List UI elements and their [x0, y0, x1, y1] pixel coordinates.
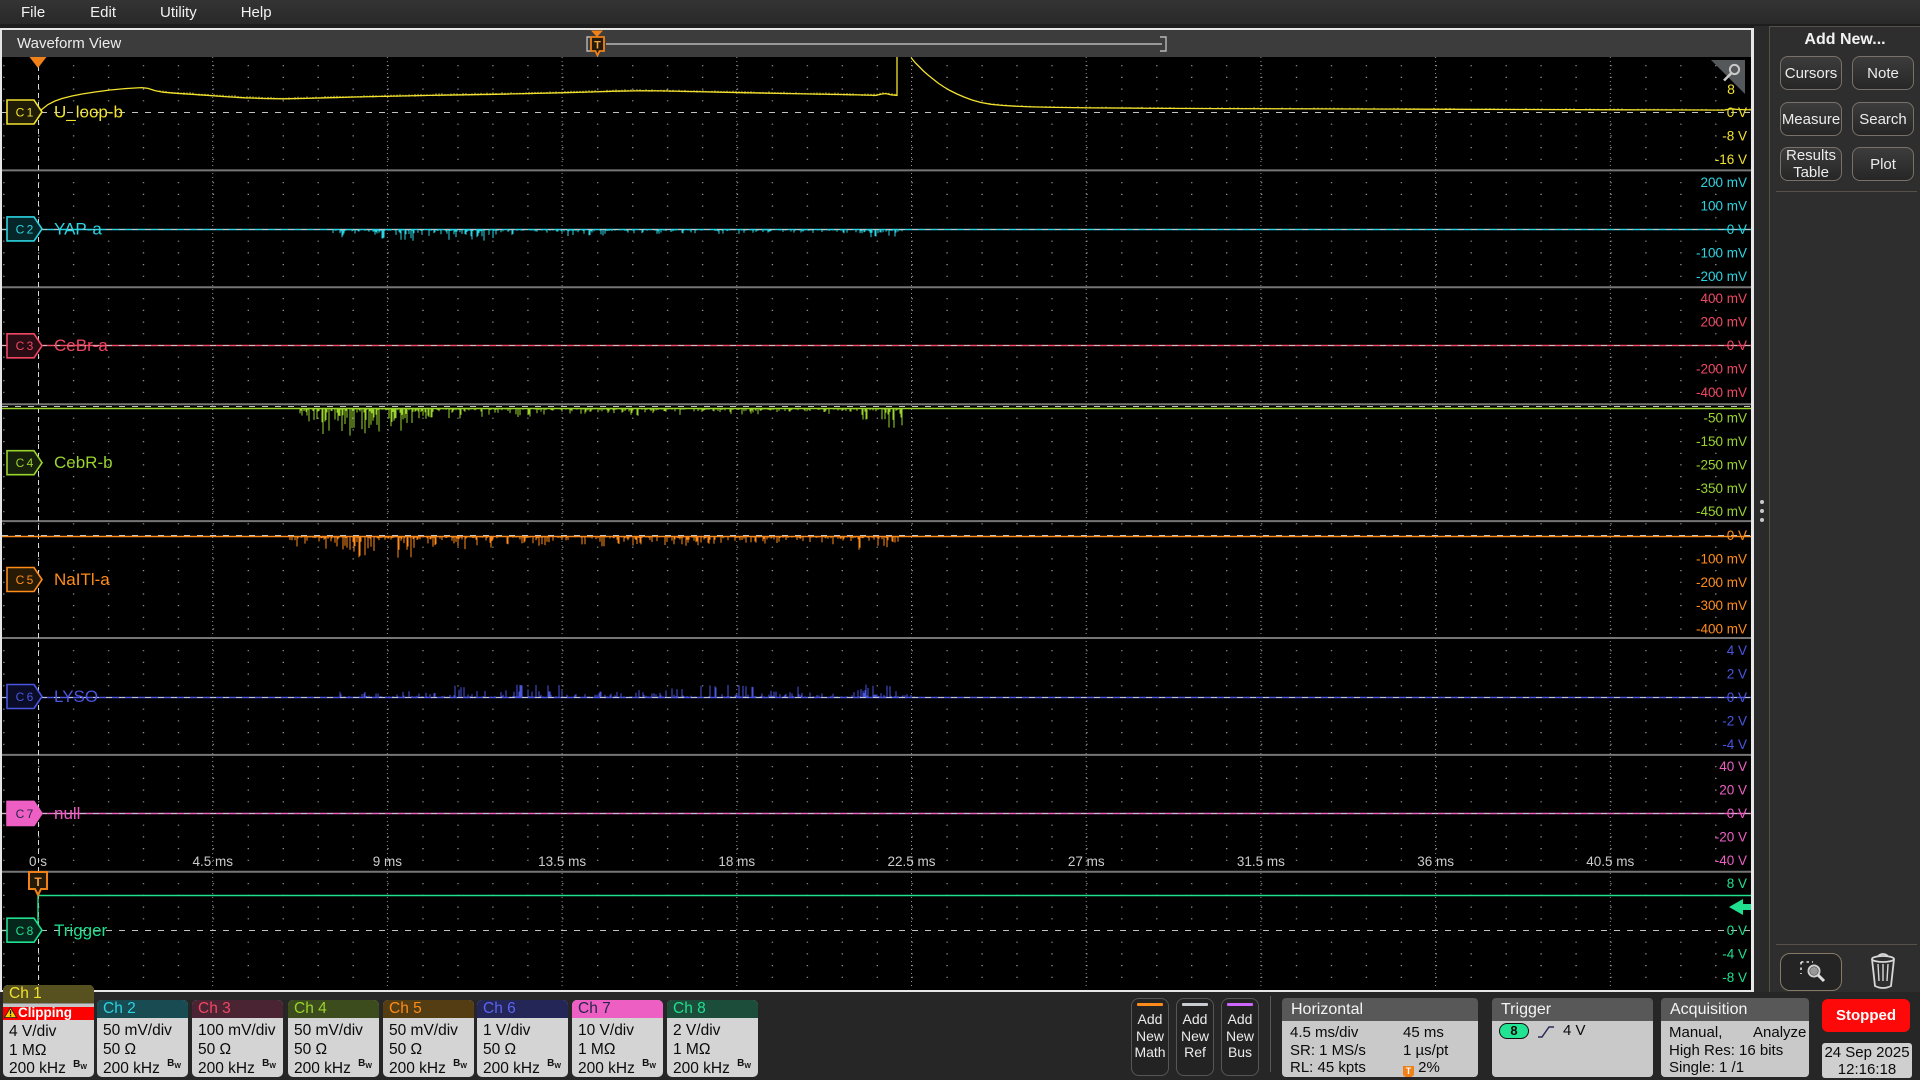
svg-text:-100 mV: -100 mV: [1696, 551, 1747, 566]
svg-text:5: 5: [27, 573, 34, 587]
svg-text:-450 mV: -450 mV: [1696, 504, 1747, 519]
svg-text:null: null: [54, 804, 80, 823]
svg-text:-400 mV: -400 mV: [1696, 385, 1747, 400]
svg-text:-250 mV: -250 mV: [1696, 457, 1747, 472]
svg-text:40.5 ms: 40.5 ms: [1586, 854, 1634, 869]
svg-text:LYSO: LYSO: [54, 687, 98, 706]
svg-text:YAP-a: YAP-a: [54, 219, 102, 238]
svg-text:4 V: 4 V: [1727, 643, 1747, 658]
svg-text:-4 V: -4 V: [1722, 946, 1747, 961]
svg-text:0 V: 0 V: [1727, 105, 1747, 120]
svg-text:0 V: 0 V: [1727, 806, 1747, 821]
svg-text:-400 mV: -400 mV: [1696, 622, 1747, 637]
svg-text:36 ms: 36 ms: [1417, 854, 1454, 869]
svg-text:-50 mV: -50 mV: [1703, 411, 1747, 426]
svg-text:C: C: [16, 690, 25, 704]
svg-text:13.5 ms: 13.5 ms: [538, 854, 586, 869]
svg-text:2 V: 2 V: [1727, 667, 1747, 682]
svg-text:CeBr-a: CeBr-a: [54, 336, 108, 355]
svg-text:-300 mV: -300 mV: [1696, 598, 1747, 613]
svg-text:400 mV: 400 mV: [1700, 291, 1747, 306]
svg-text:-200 mV: -200 mV: [1696, 269, 1747, 284]
svg-text:0 V: 0 V: [1727, 528, 1747, 543]
svg-text:22.5 ms: 22.5 ms: [887, 854, 935, 869]
svg-text:6: 6: [27, 690, 34, 704]
svg-text:9 ms: 9 ms: [373, 854, 403, 869]
svg-text:20 V: 20 V: [1719, 783, 1747, 798]
svg-text:0 V: 0 V: [1727, 222, 1747, 237]
svg-text:C: C: [16, 456, 25, 470]
svg-text:-100 mV: -100 mV: [1696, 245, 1747, 260]
svg-text:-200 mV: -200 mV: [1696, 575, 1747, 590]
svg-text:C: C: [16, 339, 25, 353]
svg-text:-8 V: -8 V: [1722, 970, 1747, 985]
svg-text:U_loop-b: U_loop-b: [54, 103, 123, 122]
svg-text:0 s: 0 s: [29, 854, 47, 869]
svg-text:Trigger: Trigger: [54, 921, 108, 940]
svg-text:-2 V: -2 V: [1722, 713, 1747, 728]
svg-text:4: 4: [27, 456, 34, 470]
svg-text:7: 7: [27, 807, 34, 821]
svg-text:0 V: 0 V: [1727, 338, 1747, 353]
svg-text:200 mV: 200 mV: [1700, 315, 1747, 330]
svg-text:C: C: [16, 807, 25, 821]
svg-text:C: C: [16, 573, 25, 587]
svg-text:-200 mV: -200 mV: [1696, 361, 1747, 376]
svg-text:31.5 ms: 31.5 ms: [1237, 854, 1285, 869]
svg-text:-8 V: -8 V: [1722, 128, 1747, 143]
svg-text:T: T: [594, 40, 601, 52]
svg-text:-150 mV: -150 mV: [1696, 434, 1747, 449]
svg-text:0 V: 0 V: [1727, 690, 1747, 705]
svg-text:NaITl-a: NaITl-a: [54, 570, 110, 589]
svg-text:8: 8: [1727, 81, 1735, 97]
svg-text:-4 V: -4 V: [1722, 737, 1747, 752]
svg-text:8: 8: [27, 924, 34, 938]
svg-text:8 V: 8 V: [1727, 876, 1747, 891]
svg-text:-20 V: -20 V: [1715, 829, 1747, 844]
svg-text:18 ms: 18 ms: [718, 854, 755, 869]
svg-text:200 mV: 200 mV: [1700, 175, 1747, 190]
svg-text:1: 1: [27, 106, 34, 120]
svg-text:4.5 ms: 4.5 ms: [192, 854, 233, 869]
svg-text:0 V: 0 V: [1727, 923, 1747, 938]
svg-text:CebR-b: CebR-b: [54, 453, 113, 472]
svg-text:-16 V: -16 V: [1715, 152, 1747, 167]
svg-text:-40 V: -40 V: [1715, 853, 1747, 868]
svg-text:3: 3: [27, 339, 34, 353]
svg-text:T: T: [34, 875, 42, 889]
svg-text:C: C: [16, 924, 25, 938]
svg-text:-350 mV: -350 mV: [1696, 481, 1747, 496]
svg-text:2: 2: [27, 222, 34, 236]
svg-text:27 ms: 27 ms: [1068, 854, 1105, 869]
svg-text:C: C: [16, 222, 25, 236]
svg-text:C: C: [16, 106, 25, 120]
svg-text:100 mV: 100 mV: [1700, 199, 1747, 214]
svg-text:40 V: 40 V: [1719, 759, 1747, 774]
